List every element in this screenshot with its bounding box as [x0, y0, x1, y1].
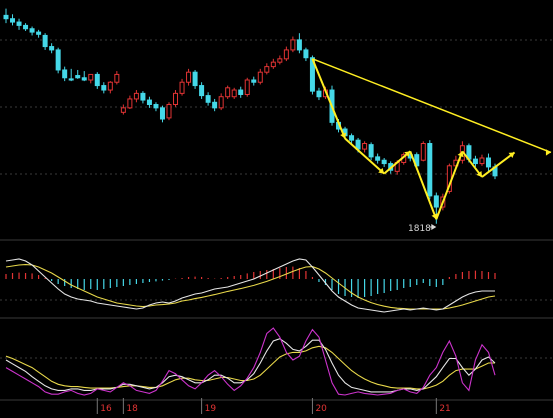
- candle-body: [186, 71, 192, 83]
- candle-body: [101, 85, 107, 91]
- candle-body: [251, 79, 257, 83]
- low-pointer-head: [431, 224, 437, 230]
- candle-body: [420, 143, 426, 161]
- candle-body: [316, 90, 322, 98]
- candle-body: [94, 73, 100, 87]
- candle-body: [290, 39, 296, 51]
- candle-body: [205, 95, 211, 103]
- candle-body: [238, 89, 244, 95]
- candle-body: [225, 87, 231, 98]
- candle-body: [264, 66, 270, 73]
- candle-body: [23, 24, 29, 30]
- candle-body: [146, 99, 152, 106]
- candle-body: [179, 81, 185, 94]
- candle-body: [212, 101, 218, 109]
- macd-dea-line: [5, 264, 496, 310]
- candle-body: [166, 104, 172, 119]
- candle-body: [62, 69, 68, 79]
- candle-body: [16, 21, 22, 26]
- candle-body: [140, 92, 146, 101]
- candle-body: [349, 135, 355, 141]
- x-tick-label: 21: [439, 404, 450, 414]
- candle-body: [114, 73, 120, 83]
- candle-body: [10, 18, 16, 23]
- candle-body: [173, 92, 179, 106]
- low-price-annotation: 1818: [408, 224, 431, 234]
- grid-lines: [0, 39, 553, 401]
- candle-body: [199, 85, 205, 97]
- candle-body: [159, 107, 165, 120]
- candle-body: [36, 31, 42, 35]
- candle-body: [3, 14, 9, 20]
- candle-body: [127, 98, 133, 109]
- candlesticks: [3, 8, 498, 224]
- candle-body: [68, 78, 74, 81]
- pattern-leg: [409, 150, 438, 220]
- candle-body: [192, 71, 198, 87]
- candle-body: [257, 71, 263, 83]
- osc-fast-line: [5, 327, 496, 396]
- candle-body: [472, 158, 478, 165]
- candle-body: [29, 28, 35, 33]
- candle-body: [479, 157, 485, 165]
- macd-dif-line: [5, 258, 495, 313]
- neckline: [312, 58, 552, 154]
- chart-canvas: 16 18 19 20 21 1818: [0, 8, 553, 414]
- candle-body: [433, 195, 439, 208]
- candle-body: [153, 104, 159, 109]
- candle-body: [427, 143, 433, 197]
- candle-body: [49, 46, 55, 51]
- macd-panel: [5, 258, 496, 313]
- candle-body: [362, 143, 368, 150]
- candle-body: [107, 81, 113, 91]
- osc-slow-line: [5, 345, 495, 390]
- x-tick-label: 20: [315, 404, 327, 414]
- neckline-arrow: [545, 149, 551, 156]
- x-tick-label: 18: [126, 404, 138, 414]
- x-tick-label: 19: [205, 404, 217, 414]
- x-tick-label: 16: [100, 404, 112, 414]
- stock-chart: 16 18 19 20 21 1818: [0, 0, 553, 414]
- candle-body: [244, 79, 250, 95]
- candle-body: [133, 92, 139, 100]
- candle-body: [303, 49, 309, 59]
- candle-body: [88, 73, 94, 81]
- candle-body: [277, 58, 283, 63]
- candle-body: [368, 144, 374, 158]
- candle-body: [120, 107, 126, 113]
- candle-body: [42, 34, 48, 48]
- candle-body: [270, 61, 276, 68]
- candle-body: [283, 49, 289, 60]
- candle-body: [485, 157, 491, 168]
- candle-body: [375, 156, 381, 161]
- candle-body: [218, 96, 224, 109]
- osc-mid-line: [5, 338, 496, 393]
- pattern-leg: [311, 58, 346, 139]
- candle-body: [75, 75, 81, 79]
- pattern-leg: [435, 150, 464, 220]
- oscillator-panel: [5, 327, 496, 396]
- candle-body: [296, 39, 302, 51]
- candle-body: [231, 89, 237, 98]
- candle-body: [55, 49, 61, 71]
- candle-body: [381, 159, 387, 165]
- candle-body: [81, 77, 87, 81]
